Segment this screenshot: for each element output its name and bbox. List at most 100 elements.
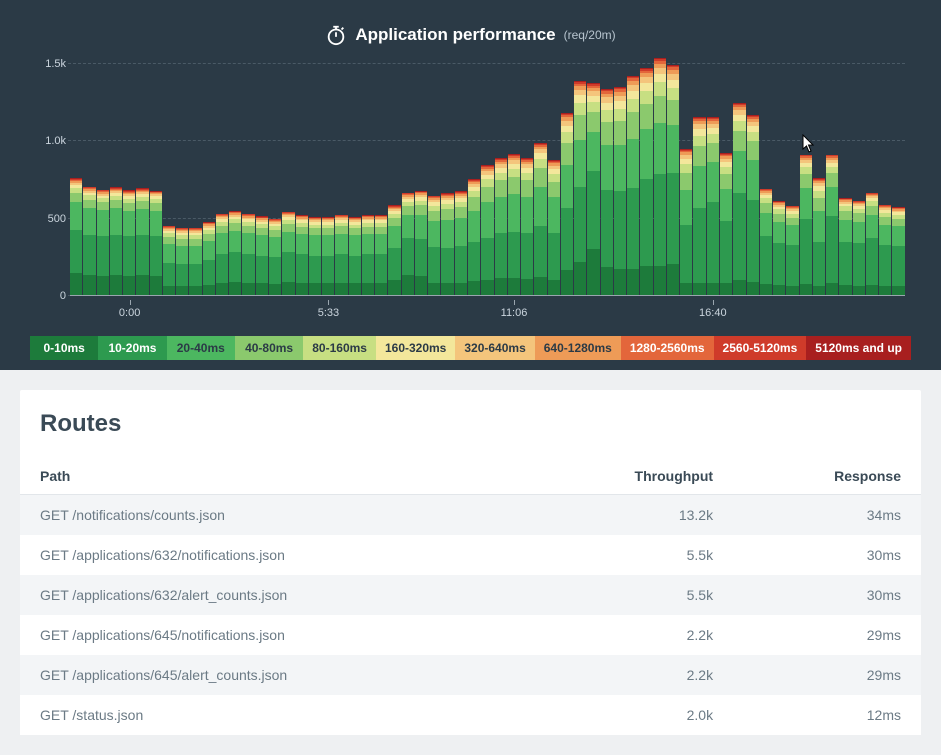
chart-bar[interactable] <box>627 76 639 296</box>
cell-path: GET /notifications/counts.json <box>20 495 525 536</box>
chart-bar[interactable] <box>534 143 546 295</box>
chart-bar[interactable] <box>614 87 626 295</box>
table-row[interactable]: GET /notifications/counts.json13.2k34ms <box>20 495 921 536</box>
x-tick: 16:40 <box>699 307 727 319</box>
chart-bar[interactable] <box>388 205 400 295</box>
chart-bar[interactable] <box>760 189 772 295</box>
legend-item[interactable]: 2560-5120ms <box>714 336 807 360</box>
chart-bar[interactable] <box>402 193 414 295</box>
cell-throughput: 5.5k <box>525 535 733 575</box>
chart-bar[interactable] <box>853 201 865 295</box>
chart-bar[interactable] <box>640 68 652 295</box>
chart-bar[interactable] <box>97 190 109 295</box>
legend-item[interactable]: 0-10ms <box>30 336 98 360</box>
chart-bar[interactable] <box>800 155 812 295</box>
table-row[interactable]: GET /status.json2.0k12ms <box>20 695 921 735</box>
chart-bar[interactable] <box>203 222 215 295</box>
chart-bar[interactable] <box>282 212 294 295</box>
chart-bar[interactable] <box>747 115 759 295</box>
table-row[interactable]: GET /applications/632/notifications.json… <box>20 535 921 575</box>
chart-bar[interactable] <box>826 155 838 295</box>
chart-bar[interactable] <box>362 215 374 295</box>
legend-item[interactable]: 160-320ms <box>376 336 455 360</box>
cell-throughput: 2.2k <box>525 655 733 695</box>
chart-bar[interactable] <box>561 113 573 295</box>
chart-bar[interactable] <box>229 211 241 295</box>
col-throughput[interactable]: Throughput <box>525 458 733 495</box>
chart-bar[interactable] <box>733 103 745 295</box>
chart-bar[interactable] <box>521 158 533 295</box>
chart-bar[interactable] <box>468 179 480 295</box>
chart-bar[interactable] <box>574 81 586 295</box>
cell-throughput: 5.5k <box>525 575 733 615</box>
chart-bar[interactable] <box>176 228 188 295</box>
chart-bar[interactable] <box>216 214 228 296</box>
chart-bar[interactable] <box>680 149 692 295</box>
chart-bar[interactable] <box>296 215 308 295</box>
chart-bar[interactable] <box>123 190 135 295</box>
legend-item[interactable]: 40-80ms <box>235 336 303 360</box>
chart-bar[interactable] <box>548 160 560 295</box>
routes-table: Path Throughput Response GET /notificati… <box>20 458 921 735</box>
chart-bar[interactable] <box>481 165 493 295</box>
legend-item[interactable]: 640-1280ms <box>535 336 621 360</box>
chart-bar[interactable] <box>508 154 520 295</box>
chart-bar[interactable] <box>309 217 321 295</box>
chart-bar[interactable] <box>707 117 719 295</box>
chart-bar[interactable] <box>256 216 268 295</box>
chart-bar[interactable] <box>375 215 387 295</box>
col-response[interactable]: Response <box>733 458 921 495</box>
chart-bar[interactable] <box>322 217 334 295</box>
table-row[interactable]: GET /applications/645/notifications.json… <box>20 615 921 655</box>
routes-heading: Routes <box>20 410 921 458</box>
chart-bar[interactable] <box>813 178 825 295</box>
chart-bar[interactable] <box>720 153 732 295</box>
chart-bar[interactable] <box>866 193 878 295</box>
table-row[interactable]: GET /applications/632/alert_counts.json5… <box>20 575 921 615</box>
chart-bar[interactable] <box>189 228 201 295</box>
chart-bar[interactable] <box>601 89 613 295</box>
legend-item[interactable]: 10-20ms <box>98 336 166 360</box>
chart-bar[interactable] <box>667 65 679 295</box>
table-row[interactable]: GET /applications/645/alert_counts.json2… <box>20 655 921 695</box>
chart-bar[interactable] <box>786 206 798 295</box>
x-tick: 11:06 <box>501 307 528 319</box>
chart-bar[interactable] <box>83 187 95 295</box>
chart-bar[interactable] <box>441 193 453 295</box>
legend-item[interactable]: 20-40ms <box>167 336 235 360</box>
chart-bar[interactable] <box>495 158 507 295</box>
chart-bar[interactable] <box>455 191 467 295</box>
chart-bar[interactable] <box>428 196 440 295</box>
chart-bar[interactable] <box>773 201 785 295</box>
cell-response: 30ms <box>733 535 921 575</box>
cell-path: GET /applications/632/alert_counts.json <box>20 575 525 615</box>
chart-bar[interactable] <box>110 187 122 295</box>
chart-bar[interactable] <box>136 188 148 295</box>
chart-bar[interactable] <box>654 58 666 295</box>
col-path[interactable]: Path <box>20 458 525 495</box>
chart-bar[interactable] <box>349 217 361 295</box>
chart-bar[interactable] <box>269 219 281 295</box>
chart-bars[interactable] <box>70 56 905 296</box>
cell-path: GET /applications/645/notifications.json <box>20 615 525 655</box>
chart-bar[interactable] <box>415 191 427 295</box>
cell-response: 29ms <box>733 615 921 655</box>
chart-bar[interactable] <box>587 83 599 295</box>
chart-bar[interactable] <box>892 207 904 295</box>
chart-bar[interactable] <box>879 205 891 295</box>
legend-item[interactable]: 5120ms and up <box>806 336 911 360</box>
chart-bar[interactable] <box>693 117 705 295</box>
chart-bar[interactable] <box>70 178 82 295</box>
chart-bar[interactable] <box>242 214 254 295</box>
legend-item[interactable]: 1280-2560ms <box>621 336 714 360</box>
chart-bar[interactable] <box>335 215 347 295</box>
chart-bar[interactable] <box>150 191 162 295</box>
legend-item[interactable]: 320-640ms <box>455 336 534 360</box>
chart-legend: 0-10ms10-20ms20-40ms40-80ms80-160ms160-3… <box>30 336 911 360</box>
legend-item[interactable]: 80-160ms <box>303 336 376 360</box>
chart-bar[interactable] <box>163 226 175 295</box>
cell-response: 30ms <box>733 575 921 615</box>
cell-throughput: 2.2k <box>525 615 733 655</box>
chart-bar[interactable] <box>839 198 851 295</box>
chart-area: 05001.0k1.5k 0:005:3311:0616:40 <box>30 56 911 326</box>
